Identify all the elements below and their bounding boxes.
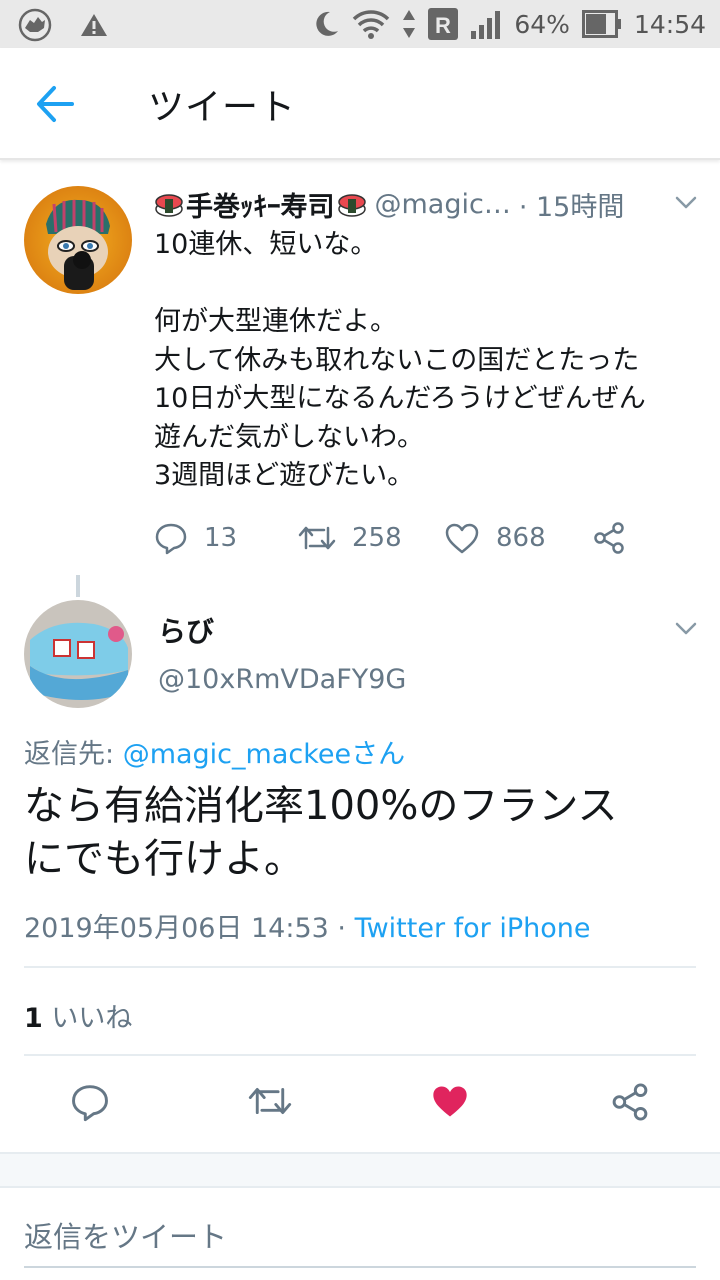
reply-to-line: 返信先: @magic_mackeeさん xyxy=(24,739,406,770)
reply-text: なら有給消化率100%のフランス にでも行けよ。 xyxy=(24,783,618,882)
retweet-button[interactable]: 258 xyxy=(298,516,402,560)
wifi-icon xyxy=(352,9,390,39)
reply-mention-link[interactable]: @magic_mackeeさん xyxy=(123,739,405,770)
share-icon xyxy=(594,522,624,554)
chevron-down-icon xyxy=(675,622,697,635)
tweet-source-link[interactable]: Twitter for iPhone xyxy=(355,913,591,944)
tweet-time: · 15時間 xyxy=(518,191,625,223)
like-button[interactable]: 868 xyxy=(444,516,546,560)
warning-icon xyxy=(80,12,108,38)
battery-icon xyxy=(581,10,622,38)
share-button[interactable] xyxy=(610,1082,654,1126)
reply-count: 13 xyxy=(204,523,238,553)
back-button[interactable] xyxy=(34,84,78,124)
tweet-menu-button[interactable] xyxy=(674,620,698,638)
tweet-header: 手巻ｯｷｰ寿司 @magic… · 15時間 xyxy=(154,184,704,224)
reply-icon xyxy=(72,1085,108,1122)
app-logo-icon xyxy=(18,8,52,42)
svg-text:R: R xyxy=(435,13,451,38)
reply-button[interactable]: 13 xyxy=(154,516,237,560)
chevron-down-icon xyxy=(675,196,697,209)
retweet-icon xyxy=(298,526,336,550)
roaming-icon: R xyxy=(428,8,459,40)
back-arrow-icon xyxy=(37,86,74,122)
tweet-actions: 13 258 868 xyxy=(154,516,654,560)
share-icon xyxy=(612,1083,648,1121)
display-name[interactable]: らび xyxy=(158,610,214,650)
signal-icon xyxy=(470,9,502,39)
like-button[interactable] xyxy=(430,1082,474,1126)
divider xyxy=(24,1054,696,1056)
tweet-timestamp: 2019年05月06日 14:53 · Twitter for iPhone xyxy=(24,913,591,944)
share-button[interactable] xyxy=(592,516,626,560)
divider xyxy=(24,966,696,968)
reply-compose-input[interactable]: 返信をツイート xyxy=(24,1214,227,1256)
reply-button[interactable] xyxy=(70,1082,114,1126)
user-handle[interactable]: @10xRmVDaFY9G xyxy=(158,664,406,695)
input-underline xyxy=(24,1266,696,1268)
sushi-icon xyxy=(155,194,183,217)
tweet-menu-button[interactable] xyxy=(674,194,698,212)
display-name[interactable]: 手巻ｯｷｰ寿司 xyxy=(154,185,367,224)
avatar[interactable] xyxy=(24,600,132,708)
page-title: ツイート xyxy=(148,87,297,128)
avatar[interactable] xyxy=(24,186,132,294)
retweet-button[interactable] xyxy=(248,1082,292,1126)
tweet-text: 10連休、短いな。 何が大型連休だよ。 大して休みも取れないこの国だとたった 1… xyxy=(154,229,646,491)
tweet-actions xyxy=(0,1082,720,1130)
like-count: 868 xyxy=(496,523,546,553)
section-separator xyxy=(0,1152,720,1188)
heart-filled-icon xyxy=(433,1086,467,1117)
app-header: ツイート xyxy=(0,48,720,160)
clock: 14:54 xyxy=(633,9,706,39)
moon-icon xyxy=(312,9,340,39)
reply-icon xyxy=(155,523,187,555)
battery-percent: 64% xyxy=(514,9,570,39)
thread-connector xyxy=(76,575,80,597)
status-bar: R 64% 14:54 xyxy=(0,0,720,48)
sushi-icon xyxy=(337,194,366,217)
user-handle[interactable]: @magic… xyxy=(375,189,511,220)
heart-icon xyxy=(445,523,479,554)
likes-summary[interactable]: 1 いいね xyxy=(24,996,132,1035)
data-arrows-icon xyxy=(402,8,416,40)
retweet-icon xyxy=(248,1087,292,1115)
retweet-count: 258 xyxy=(352,523,402,553)
